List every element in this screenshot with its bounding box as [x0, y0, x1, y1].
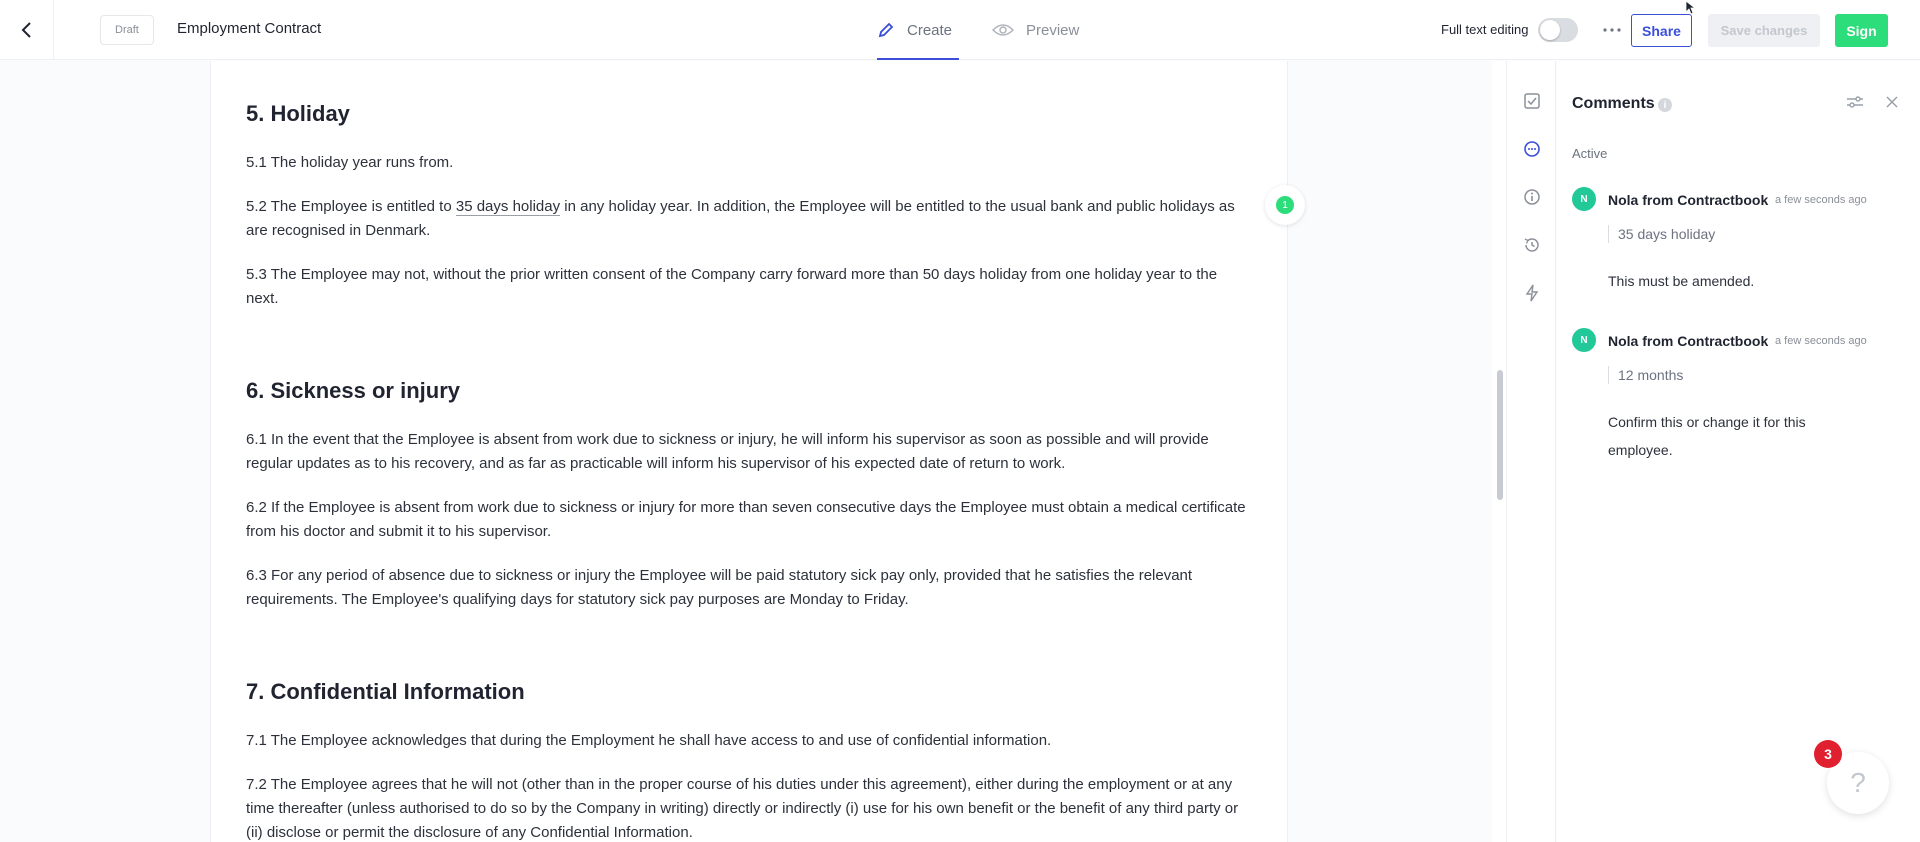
close-icon[interactable]	[1883, 93, 1901, 111]
mouse-cursor-icon	[1685, 0, 1697, 15]
clause-7-1[interactable]: 7.1 The Employee acknowledges that durin…	[246, 729, 1246, 753]
clause-5-3[interactable]: 5.3 The Employee may not, without the pr…	[246, 263, 1246, 311]
comment-author: Nola from Contractbook	[1608, 333, 1769, 349]
history-icon	[1524, 238, 1539, 252]
comment-marker[interactable]: 1	[1265, 185, 1305, 225]
side-icon-rail	[1506, 61, 1556, 842]
comment-body: This must be amended.	[1608, 273, 1755, 289]
clause-6-3[interactable]: 6.3 For any period of absence due to sic…	[246, 564, 1246, 612]
pencil-icon	[878, 22, 894, 38]
info-icon	[1524, 189, 1540, 205]
more-dots-icon	[1603, 28, 1621, 32]
commented-text-highlight[interactable]: 35 days holiday	[455, 198, 561, 216]
draft-badge: Draft	[100, 15, 154, 45]
avatar: N	[1572, 187, 1596, 211]
clause-6-2[interactable]: 6.2 If the Employee is absent from work …	[246, 496, 1246, 544]
rail-info-button[interactable]	[1520, 185, 1544, 209]
comment-quote: 35 days holiday	[1608, 225, 1715, 243]
rail-tasks-button[interactable]	[1520, 89, 1544, 113]
lightning-icon	[1525, 284, 1539, 302]
top-bar: Draft Employment Contract Create Preview…	[0, 0, 1920, 60]
tab-create-label: Create	[907, 21, 953, 39]
comment-quote: 12 months	[1608, 366, 1683, 384]
sign-button[interactable]: Sign	[1835, 14, 1888, 47]
section-heading-sickness[interactable]: 6. Sickness or injury	[246, 378, 460, 404]
comments-panel-title: Comments	[1572, 95, 1655, 112]
notification-count-badge: 3	[1814, 740, 1842, 768]
section-heading-confidential[interactable]: 7. Confidential Information	[246, 679, 525, 705]
tab-preview[interactable]: Preview	[992, 0, 1079, 60]
comment-marker-count: 1	[1276, 196, 1294, 214]
active-tab-indicator	[877, 58, 959, 60]
info-icon[interactable]: i	[1658, 98, 1672, 112]
more-options-button[interactable]	[1600, 18, 1624, 42]
comment-timestamp: a few seconds ago	[1775, 194, 1867, 206]
checkbox-icon	[1524, 93, 1540, 109]
chevron-left-icon	[21, 22, 31, 38]
clause-5-2[interactable]: 5.2 The Employee is entitled to 35 days …	[246, 195, 1246, 243]
clause-text: 5.2 The Employee is entitled to	[246, 198, 456, 215]
clause-7-2[interactable]: 7.2 The Employee agrees that he will not…	[246, 773, 1246, 842]
share-button[interactable]: Share	[1631, 14, 1692, 47]
rail-history-button[interactable]	[1520, 233, 1544, 257]
document-scrollbar-thumb[interactable]	[1497, 370, 1503, 500]
rail-automation-button[interactable]	[1520, 281, 1544, 305]
comment-timestamp: a few seconds ago	[1775, 335, 1867, 347]
tab-create[interactable]: Create	[877, 0, 959, 60]
document-title[interactable]: Employment Contract	[177, 20, 321, 37]
full-text-editing-label: Full text editing	[1441, 22, 1529, 37]
filter-sliders-icon[interactable]	[1845, 93, 1865, 111]
clause-5-1[interactable]: 5.1 The holiday year runs from.	[246, 151, 1246, 175]
avatar: N	[1572, 328, 1596, 352]
clause-6-1[interactable]: 6.1 In the event that the Employee is ab…	[246, 428, 1246, 476]
comments-panel: Comments i Active N Nola from Contractbo…	[1557, 61, 1920, 842]
full-text-editing-toggle[interactable]	[1538, 18, 1578, 42]
comment-body: Confirm this or change it for this emplo…	[1608, 414, 1806, 458]
back-button[interactable]	[0, 0, 54, 60]
toggle-knob	[1540, 20, 1560, 40]
comment-bubble-icon	[1524, 141, 1540, 157]
comment-author: Nola from Contractbook	[1608, 192, 1769, 208]
eye-icon	[992, 24, 1014, 36]
rail-comments-button[interactable]	[1520, 137, 1544, 161]
save-changes-button[interactable]: Save changes	[1708, 14, 1820, 47]
tab-preview-label: Preview	[1026, 21, 1080, 39]
comments-section-active: Active	[1572, 146, 1608, 161]
section-heading-holiday[interactable]: 5. Holiday	[246, 101, 350, 127]
